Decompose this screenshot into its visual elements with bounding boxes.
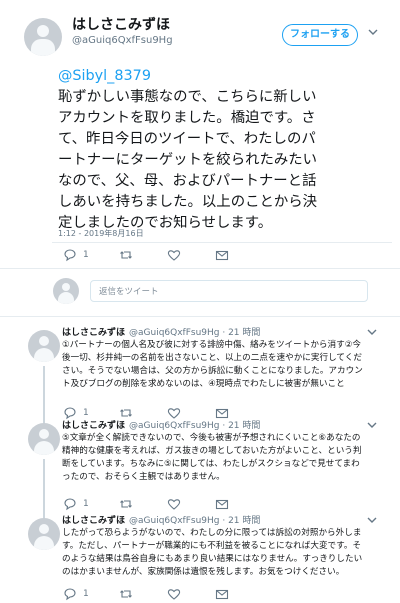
reply-text-line: ⑤文章が全く解読できないので、今後も被害が予想されにくいこと⑥あなたの xyxy=(62,433,361,443)
display-name[interactable]: はしさこみずほ xyxy=(62,421,125,431)
retweet-icon xyxy=(120,590,132,598)
tweet-text-line: ートナーにターゲットを絞られたみたい xyxy=(58,152,318,168)
dm-icon xyxy=(215,589,229,600)
reply-composer: 返信をツイート xyxy=(0,268,400,317)
reply-text-line: したがって恐らようがないので、わたしの分に限っては訴訟の対照から外しま xyxy=(62,528,362,538)
avatar[interactable] xyxy=(28,423,60,455)
follow-button[interactable]: フォローする xyxy=(282,24,358,46)
reply-input[interactable]: 返信をツイート xyxy=(90,280,368,302)
avatar[interactable] xyxy=(28,330,60,362)
user-handle[interactable]: @aGuiq6QxfFsu9Hg xyxy=(72,35,173,46)
tweet-text-line: て、昨日今日のツイートで、わたしのパ xyxy=(58,131,316,147)
caret-down-icon[interactable] xyxy=(366,419,378,431)
reply-text-line: ト及びブログの削除を求めないのは、④現時点でわたしに被害が無いこと xyxy=(62,379,345,389)
like-action[interactable] xyxy=(167,248,181,262)
reply-text-line: のような結果は鳥谷自身にもあまり良い結果にはなりません。すっきりしたい xyxy=(62,554,363,564)
divider xyxy=(52,242,392,243)
reply-action[interactable]: 1 xyxy=(63,587,89,601)
avatar xyxy=(53,278,79,304)
caret-down-icon[interactable] xyxy=(366,514,378,526)
tweet-text-line: アカウントを取りました。橋迫です。さ xyxy=(58,110,316,126)
reply-text-line: 断をしています。ちなみに⑤に関しては、わたしがスクショなどで見せてまわ xyxy=(62,459,360,469)
avatar[interactable] xyxy=(24,18,62,56)
dm-action[interactable] xyxy=(215,587,229,601)
reply-text-line: のはかまいませんが、家族関係は遺恨を残します。お気をつけください。 xyxy=(62,567,345,577)
reply-action[interactable]: 1 xyxy=(63,248,89,262)
reply-actions: 1 xyxy=(63,587,383,601)
dm-icon xyxy=(215,250,229,261)
tweet-text-line: しあいを持ちました。以上のことから決 xyxy=(58,194,318,210)
reply-icon xyxy=(64,588,76,601)
reply-text-line: ったので、おそらく主観ではありません。 xyxy=(62,472,225,482)
caret-down-icon[interactable] xyxy=(367,26,379,38)
like-icon xyxy=(167,250,181,261)
reply-text: したがって恐らようがないので、わたしの分に限っては訴訟の対照から外しま す。ただ… xyxy=(62,527,392,579)
reply-header: はしさこみずほ @aGuiq6QxfFsu9Hg · 21 時間 xyxy=(62,325,260,338)
reply-text-line: さい。そうでない場合は、父の方から訴訟に動くことになりました。アカウン xyxy=(62,366,363,376)
display-name[interactable]: はしさこみずほ xyxy=(62,516,125,526)
reply-tweet[interactable]: はしさこみずほ @aGuiq6QxfFsu9Hg · 21 時間 ⑤文章が全く解読… xyxy=(0,411,400,521)
divider xyxy=(0,268,400,269)
tweet-text-line: なので、父、母、およびパートナーと話 xyxy=(58,173,317,189)
reply-count: 1 xyxy=(83,250,89,260)
reply-icon xyxy=(64,249,76,262)
reply-text-line: ①パートナーの個人名及び彼に対する誹謗中傷、絡みをツイートから消す②今 xyxy=(62,340,362,350)
retweet-action[interactable] xyxy=(119,248,133,262)
reply-text: ①パートナーの個人名及び彼に対する誹謗中傷、絡みをツイートから消す②今 後一切、… xyxy=(62,339,392,391)
reply-count: 1 xyxy=(83,589,89,599)
tweet-timestamp[interactable]: 1:12 - 2019年8月16日 xyxy=(58,228,144,239)
tweet-text-line: 恥ずかしい事態なので、こちらに新しい xyxy=(58,89,317,105)
divider xyxy=(0,316,400,317)
reply-tweet[interactable]: はしさこみずほ @aGuiq6QxfFsu9Hg · 21 時間 したがって恐らよ… xyxy=(0,506,400,603)
reply-text-line: 精神的な健康を考えれば、ガス抜きの場としておいた方がよいこと、という判 xyxy=(62,446,362,456)
reply-tweet[interactable]: はしさこみずほ @aGuiq6QxfFsu9Hg · 21 時間 ①パートナーの個… xyxy=(0,318,400,424)
like-action[interactable] xyxy=(167,587,181,601)
mention-link[interactable]: @Sibyl_8379 xyxy=(58,66,394,87)
retweet-action[interactable] xyxy=(119,587,133,601)
handle-time[interactable]: @aGuiq6QxfFsu9Hg · 21 時間 xyxy=(129,421,260,431)
handle-time[interactable]: @aGuiq6QxfFsu9Hg · 21 時間 xyxy=(129,328,260,338)
thread-line xyxy=(43,506,45,516)
caret-down-icon[interactable] xyxy=(366,326,378,338)
handle-time[interactable]: @aGuiq6QxfFsu9Hg · 21 時間 xyxy=(129,516,260,526)
retweet-icon xyxy=(120,251,132,259)
reply-header: はしさこみずほ @aGuiq6QxfFsu9Hg · 21 時間 xyxy=(62,418,260,431)
thread-line xyxy=(43,411,45,421)
reply-text: ⑤文章が全く解読できないので、今後も被害が予想されにくいこと⑥あなたの 精神的な… xyxy=(62,432,392,484)
reply-text-line: す。ただし、パートナーが職業的にも不利益を被ることになれば大変です。そ xyxy=(62,541,362,551)
reply-text-line: 後一切、杉井純一の名前を出さないこと、以上の二点を速やかに実行してくだ xyxy=(62,353,362,363)
tweet-text: @Sibyl_8379 恥ずかしい事態なので、こちらに新しい アカウントを取りま… xyxy=(58,66,394,234)
like-icon xyxy=(167,589,181,600)
tweet-header: はしさこみずほ @aGuiq6QxfFsu9Hg フォローする xyxy=(0,0,400,60)
dm-action[interactable] xyxy=(215,248,229,262)
tweet-actions: 1 xyxy=(63,248,383,262)
reply-header: はしさこみずほ @aGuiq6QxfFsu9Hg · 21 時間 xyxy=(62,513,260,526)
display-name[interactable]: はしさこみずほ xyxy=(62,328,125,338)
avatar[interactable] xyxy=(28,518,60,550)
display-name[interactable]: はしさこみずほ xyxy=(72,14,170,34)
